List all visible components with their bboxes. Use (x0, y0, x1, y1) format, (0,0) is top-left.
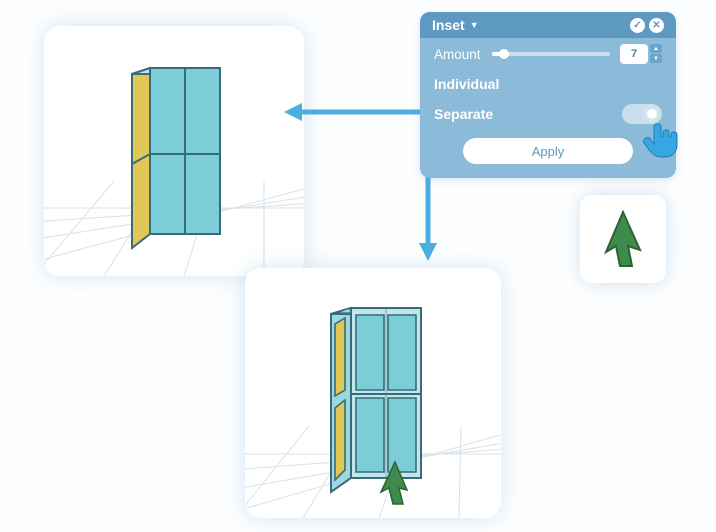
apply-button[interactable]: Apply (463, 138, 633, 164)
confirm-icon[interactable]: ✓ (630, 18, 645, 33)
arrow-to-combined (284, 100, 438, 124)
dropdown-icon: ▼ (470, 20, 479, 30)
viewport-result-combined (44, 26, 304, 276)
arrow-to-separate (416, 175, 440, 261)
panel-title-text: Inset (432, 17, 465, 33)
separate-row: Separate (420, 98, 676, 130)
chevron-up-icon[interactable]: ▲ (650, 44, 662, 53)
separate-label: Separate (434, 106, 493, 122)
amount-label: Amount (434, 47, 492, 62)
individual-label: Individual (434, 76, 499, 92)
amount-slider[interactable] (492, 52, 610, 56)
viewport-result-separate (245, 268, 501, 518)
amount-spinner[interactable]: ▲ ▼ (650, 44, 662, 64)
inset-tool-panel: Inset ▼ ✓ ✕ Amount 7 ▲ ▼ Individual Sepa… (420, 12, 676, 178)
amount-value[interactable]: 7 (620, 44, 648, 64)
individual-row: Individual (420, 70, 676, 98)
pointer-hand-icon (640, 118, 684, 162)
tool-cursor-icon (600, 210, 646, 268)
panel-header[interactable]: Inset ▼ ✓ ✕ (420, 12, 676, 38)
amount-row: Amount 7 ▲ ▼ (420, 38, 676, 70)
chevron-down-icon[interactable]: ▼ (650, 54, 662, 63)
close-icon[interactable]: ✕ (649, 18, 664, 33)
tool-cursor-tile (580, 195, 666, 283)
